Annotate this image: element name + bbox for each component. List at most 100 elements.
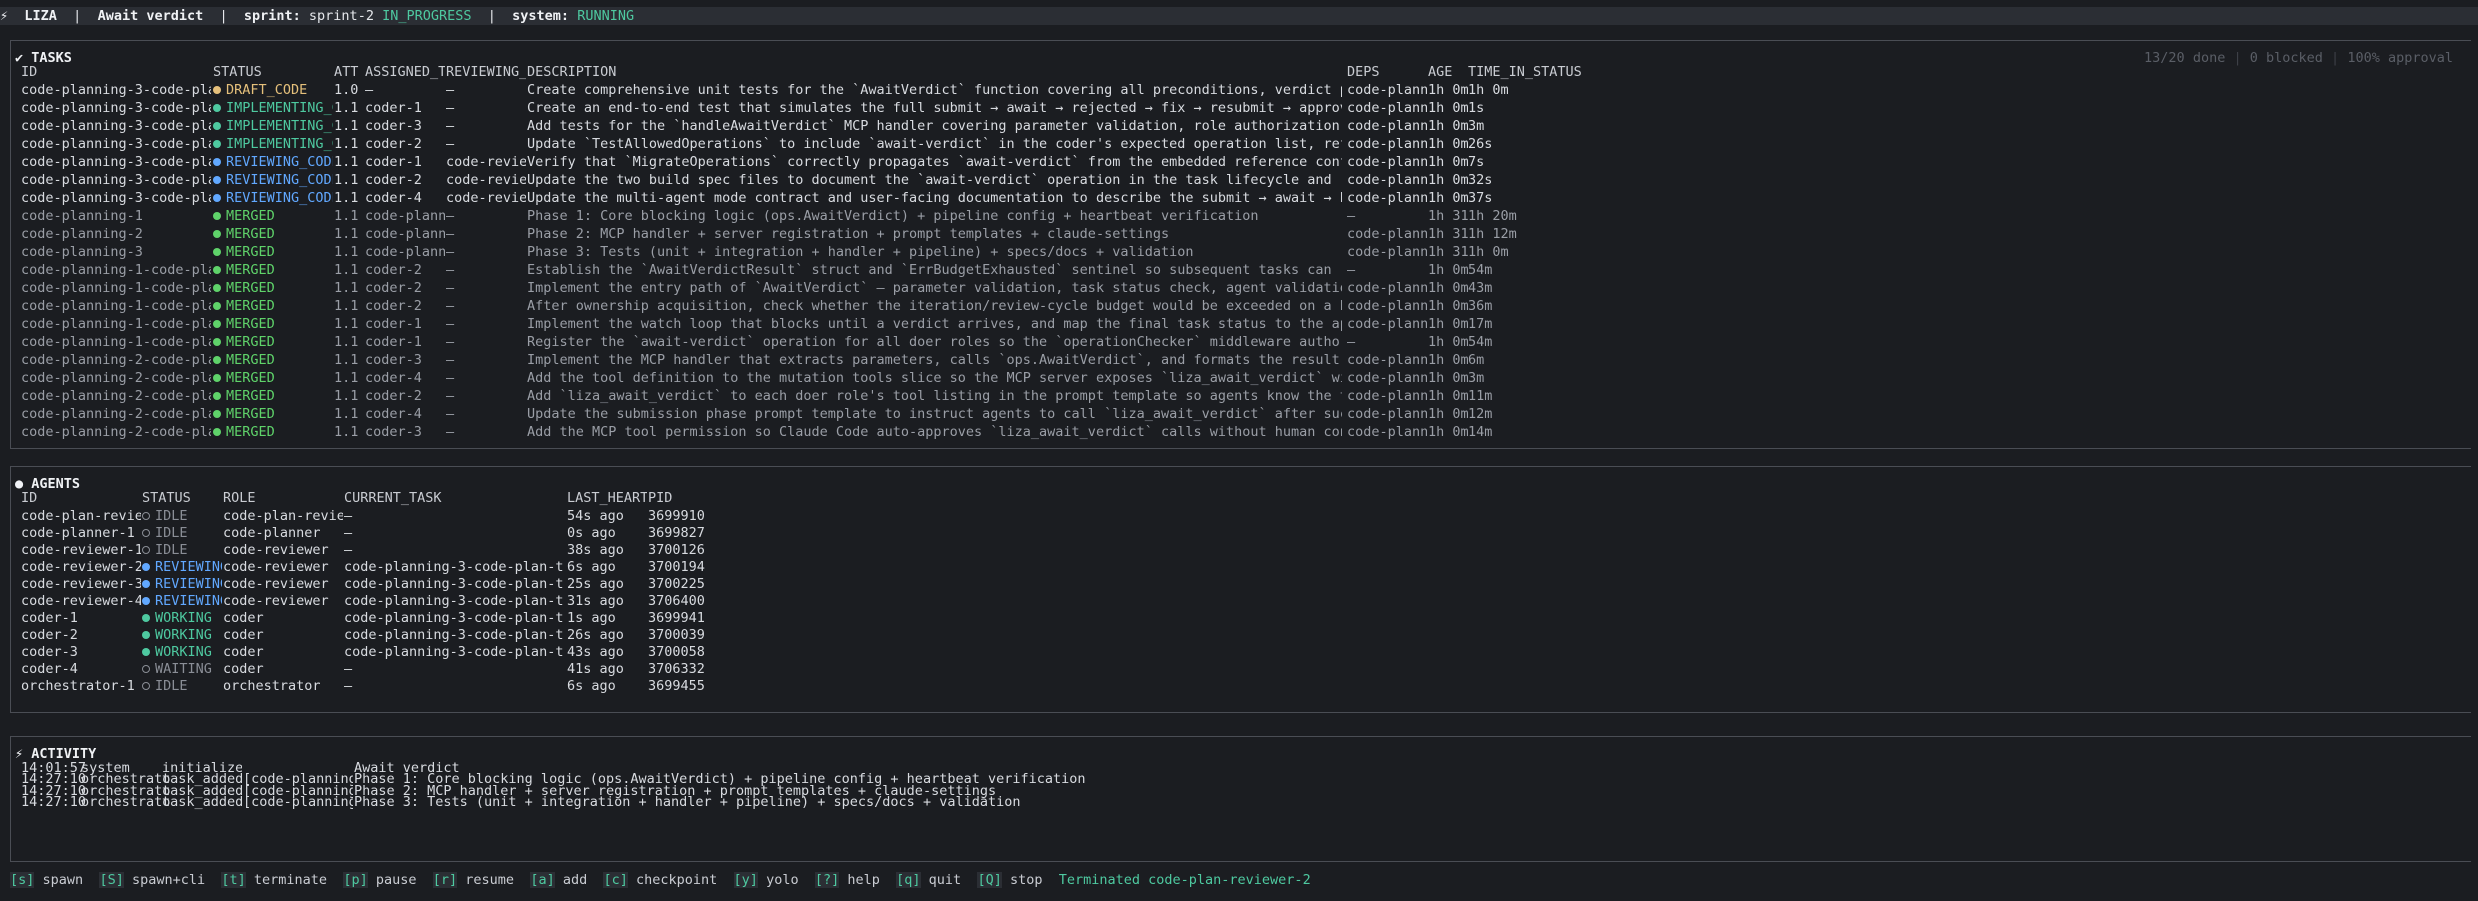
agent-row[interactable]: code-reviewer-3 REVIEWING code-reviewer cod…	[11, 575, 2471, 593]
agent-current-task: code-planning-3-code-plan-to-coding-2	[344, 644, 564, 660]
task-age: 1h 0m	[1428, 334, 1468, 350]
task-attempt: 1.1	[334, 370, 359, 386]
status-text: IMPLEMENTING_CODE	[226, 100, 333, 116]
keybinding-add[interactable]: [a] add	[530, 872, 587, 888]
task-row[interactable]: code-planning-3-code-plan-to-coding-1 IMP…	[11, 99, 2471, 117]
status-text: REVIEWING	[155, 576, 222, 592]
task-row[interactable]: code-planning-1-code-plan-to-coding-3 MER…	[11, 315, 2471, 333]
status-text: DRAFT_CODE	[226, 82, 308, 98]
keybinding-quit[interactable]: [q] quit	[896, 872, 961, 888]
keybinding-stop[interactable]: [Q] stop	[977, 872, 1042, 888]
task-row[interactable]: code-planning-2-code-plan-to-coding-4 MER…	[11, 423, 2471, 441]
agent-row[interactable]: code-reviewer-1 IDLE code-reviewer — 38s ago…	[11, 541, 2471, 559]
task-row[interactable]: code-planning-3-code-plan-to-coding-5 REV…	[11, 171, 2471, 189]
task-row[interactable]: code-planning-2-code-plan-to-coding-0 MER…	[11, 351, 2471, 369]
keybinding-spawn+cli[interactable]: [S] spawn+cli	[99, 872, 205, 888]
task-id: code-planning-2	[21, 226, 143, 242]
task-deps: code-planning…	[1347, 100, 1427, 116]
task-row[interactable]: code-planning-1-code-plan-to-coding-4 MER…	[11, 333, 2471, 351]
task-time-in-status: 6m	[1468, 352, 1485, 368]
status-text: IDLE	[155, 525, 188, 541]
task-age: 1h 0m	[1428, 118, 1468, 134]
keybinding-help[interactable]: [?] help	[814, 872, 880, 888]
keybinding-pause[interactable]: [p] pause	[343, 872, 416, 888]
status-text: MERGED	[226, 388, 275, 404]
task-row[interactable]: code-planning-1MERGED1.1code-planner-1—P…	[11, 207, 2471, 225]
status-dot-icon	[142, 648, 150, 656]
status-text: MERGED	[226, 316, 275, 332]
task-age: 1h 0m	[1428, 298, 1468, 314]
task-row[interactable]: code-planning-3-code-plan-to-coding-6 REV…	[11, 189, 2471, 207]
task-row[interactable]: code-planning-1-code-plan-to-coding-0 MER…	[11, 261, 2471, 279]
key-label: spawn	[34, 872, 84, 888]
status-dot-icon	[213, 230, 221, 238]
keybinding-yolo[interactable]: [y] yolo	[733, 872, 799, 888]
agent-row[interactable]: code-plan-reviewer-1 IDLE code-plan-review…	[11, 507, 2471, 525]
key-hint: [q]	[896, 872, 921, 888]
task-row[interactable]: code-planning-3-code-plan-to-coding-3 IMP…	[11, 135, 2471, 153]
task-row[interactable]: code-planning-2 MERGED 1.1 code-planner-2— P…	[11, 225, 2471, 243]
column-header: CURRENT_TASK	[344, 490, 442, 506]
status-text: IMPLEMENTING_CODE	[226, 136, 333, 152]
task-attempt: 1.1	[334, 262, 359, 278]
task-time-in-status: 1h 0m	[1468, 244, 1509, 260]
task-time-in-status: 12m	[1468, 406, 1493, 422]
keybinding-checkpoint[interactable]: [c] checkpoint	[603, 872, 717, 888]
status-text: MERGED	[226, 298, 275, 314]
agent-role: code-plan-reviewer	[223, 508, 343, 524]
agent-row[interactable]: code-reviewer-4 REVIEWING code-reviewer cod…	[11, 592, 2471, 610]
sprint-value: sprint-2	[308, 8, 374, 24]
task-reviewer: —	[446, 244, 455, 260]
status-dot-icon	[213, 266, 221, 274]
task-reviewer: —	[446, 262, 455, 278]
agent-row[interactable]: coder-1 WORKING coder code-planning-3-code-…	[11, 609, 2471, 627]
agent-role: code-reviewer	[223, 542, 329, 558]
agent-row[interactable]: coder-2 WORKING coder code-planning-3-code-…	[11, 626, 2471, 644]
agent-row[interactable]: code-reviewer-2 REVIEWING code-reviewer cod…	[11, 558, 2471, 576]
task-id: code-planning-1-code-plan-to-coding-4	[21, 334, 211, 350]
task-deps: code-planning…	[1347, 388, 1427, 404]
activity-panel: ⚡ ACTIVITY 14:01:57systeminitializedAwai…	[10, 736, 2471, 862]
agent-row[interactable]: coder-3 WORKING coder code-planning-3-code-…	[11, 643, 2471, 661]
status-text: MERGED	[226, 406, 275, 422]
task-status: IMPLEMENTING_CODE	[213, 135, 333, 153]
task-row[interactable]: code-planning-3-code-plan-to-coding-0 DRA…	[11, 81, 2471, 99]
status-dot-icon	[213, 140, 221, 148]
agent-row[interactable]: orchestrator-1 IDLE orchestrator — 6s ago 369…	[11, 677, 2471, 695]
agent-pid: 3699455	[648, 678, 705, 694]
task-deps: code-planning…	[1347, 424, 1427, 440]
task-description: Update the multi-agent mode contract and…	[527, 190, 1342, 206]
agent-row[interactable]: code-planner-1 IDLE code-planner — 0s ago 369…	[11, 524, 2471, 542]
task-attempt: 1.0	[334, 82, 359, 98]
task-reviewer: —	[446, 370, 455, 386]
task-description: Verify that `MigrateOperations` correctl…	[527, 154, 1342, 170]
task-description: After ownership acquisition, check wheth…	[527, 298, 1342, 314]
sprint-label: sprint:	[243, 8, 301, 24]
agent-row[interactable]: coder-4 WAITING coder — 41s ago 3706332	[11, 660, 2471, 678]
agent-status: IDLE	[142, 524, 222, 542]
task-row[interactable]: code-planning-3-code-plan-to-coding-4 REV…	[11, 153, 2471, 171]
task-time-in-status: 3m	[1468, 118, 1485, 134]
activity-row[interactable]: 14:27:10orchestrator-1task_added[code-pl…	[11, 793, 2471, 811]
keybinding-resume[interactable]: [r] resume	[432, 872, 514, 888]
task-reviewer: —	[446, 208, 455, 224]
task-row[interactable]: code-planning-2-code-plan-to-coding-1 MER…	[11, 369, 2471, 387]
key-label: checkpoint	[627, 872, 718, 888]
task-assigned: coder-4	[365, 406, 422, 422]
task-row[interactable]: code-planning-1-code-plan-to-coding-2 MER…	[11, 297, 2471, 315]
task-row[interactable]: code-planning-2-code-plan-to-coding-2 MER…	[11, 387, 2471, 405]
agent-current-task: —	[344, 525, 353, 541]
key-label: spawn+cli	[123, 872, 206, 888]
task-row[interactable]: code-planning-2-code-plan-to-coding-3 MER…	[11, 405, 2471, 423]
task-id: code-planning-3	[21, 244, 143, 260]
task-row[interactable]: code-planning-3 MERGED 1.1 code-planner-1— P…	[11, 243, 2471, 261]
task-deps: code-planning…	[1347, 280, 1427, 296]
status-text: REVIEWING_CODE	[226, 154, 333, 170]
task-row[interactable]: code-planning-3-code-plan-to-coding-2 IMP…	[11, 117, 2471, 135]
activity-ref: [code-planning-3]	[243, 793, 353, 810]
column-header: AGE	[1428, 64, 1453, 80]
keybinding-terminate[interactable]: [t] terminate	[221, 872, 327, 888]
task-assigned: coder-1	[365, 316, 422, 332]
task-row[interactable]: code-planning-1-code-plan-to-coding-1 MER…	[11, 279, 2471, 297]
keybinding-spawn[interactable]: [s] spawn	[10, 872, 83, 888]
